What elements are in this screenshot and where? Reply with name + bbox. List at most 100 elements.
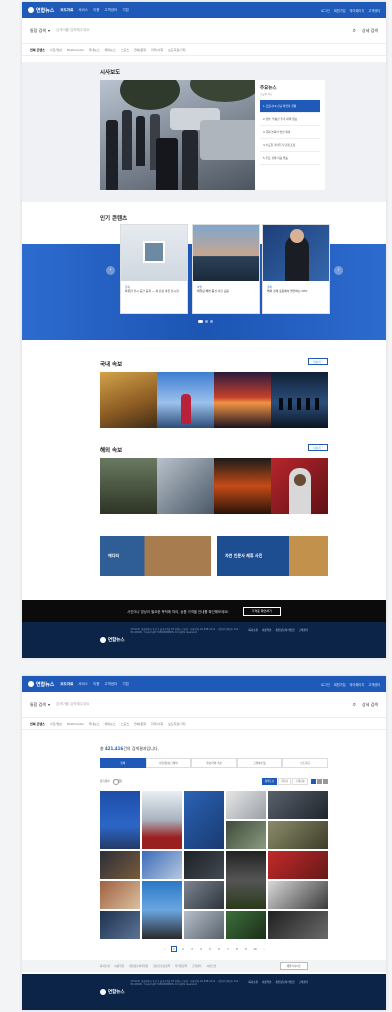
carousel-dots[interactable] xyxy=(198,320,213,323)
page-number[interactable]: 4 xyxy=(198,946,204,952)
page-number[interactable]: 5 xyxy=(207,946,213,952)
category-item[interactable]: 지역/사회 xyxy=(151,722,163,726)
grid-view-icon[interactable] xyxy=(311,778,316,784)
category-item[interactable]: Multimedia xyxy=(67,48,84,52)
category-item[interactable]: 해외뉴스 xyxy=(105,722,116,726)
page-number[interactable]: 9 xyxy=(243,946,249,952)
login-link[interactable]: 로그인 xyxy=(321,682,330,687)
photo-thumb[interactable] xyxy=(100,458,157,514)
mypage-link[interactable]: 마이페이지 xyxy=(350,682,365,687)
sort-option[interactable]: 최신순 xyxy=(278,777,292,785)
category-item[interactable]: 스포츠 xyxy=(121,722,129,726)
category-item[interactable]: 전체 콘텐츠 xyxy=(30,48,45,52)
list-view-icon[interactable] xyxy=(317,778,322,784)
page-number[interactable]: 7 xyxy=(225,946,231,952)
headline-item[interactable]: 1 코로나19 신규 확진자 현황 xyxy=(260,100,320,113)
category-item[interactable]: 사진/영상 xyxy=(50,722,62,726)
dedupe-toggle[interactable] xyxy=(112,779,122,785)
result-photo[interactable] xyxy=(226,821,266,849)
result-tab[interactable]: 그래픽/인포 xyxy=(236,758,283,768)
category-item[interactable]: 전체 콘텐츠 xyxy=(30,722,45,726)
support-link[interactable]: 고객센터 xyxy=(368,8,380,13)
result-photo[interactable] xyxy=(100,791,140,849)
result-photo[interactable] xyxy=(268,851,328,879)
result-photo[interactable] xyxy=(268,791,328,819)
result-tab[interactable]: 보도자료 xyxy=(282,758,328,768)
search-input[interactable]: 검색어를 입력해주세요 xyxy=(56,700,347,710)
signup-link[interactable]: 회원가입 xyxy=(334,682,346,687)
photo-thumb[interactable] xyxy=(214,458,271,514)
main-news-photo[interactable] xyxy=(100,80,255,190)
result-photo[interactable] xyxy=(142,851,182,879)
family-site-select[interactable]: 패밀리사이트 xyxy=(279,962,308,970)
result-photo[interactable] xyxy=(142,881,182,939)
price-check-button[interactable]: 가격표 확인하기 xyxy=(242,606,281,616)
banner[interactable]: 자연 인문사 제휴 사진 xyxy=(217,536,328,576)
page-number[interactable]: 2 xyxy=(180,946,186,952)
detail-search-button[interactable]: 상세 검색 xyxy=(362,28,378,34)
popular-card[interactable]: 여행 해질녘 해변 풍경 사진 모음 xyxy=(192,224,260,314)
nav-item[interactable]: 서비스 xyxy=(78,8,88,13)
nav-item[interactable]: 서비스 xyxy=(78,682,88,687)
headline-item[interactable]: 4 수도권 거리두기 단계 조정 xyxy=(260,139,320,152)
nav-item[interactable]: 고객센터 xyxy=(104,682,117,687)
category-item[interactable]: 국내뉴스 xyxy=(89,722,100,726)
carousel-prev-button[interactable]: ‹ xyxy=(106,266,115,275)
category-item[interactable]: 연예/문화 xyxy=(134,48,146,52)
search-input[interactable]: 검색어를 입력해주세요 xyxy=(56,26,347,36)
result-photo[interactable] xyxy=(100,911,140,939)
photo-thumb[interactable] xyxy=(157,458,214,514)
nav-item[interactable]: 기업 xyxy=(122,682,128,687)
sort-option[interactable]: 정확도순 xyxy=(261,777,278,785)
detail-search-button[interactable]: 상세 검색 xyxy=(362,702,378,708)
search-scope-select[interactable]: 통합 검색 ▾ xyxy=(30,702,50,708)
next-page-button[interactable]: › xyxy=(261,946,267,952)
result-photo[interactable] xyxy=(226,851,266,909)
nav-item[interactable]: 고객센터 xyxy=(104,8,117,13)
nav-item[interactable]: 이용 xyxy=(93,682,99,687)
more-button[interactable]: 더보기 › xyxy=(308,444,328,451)
headline-item[interactable]: 2 정부, 부동산 추가 대책 발표 xyxy=(260,113,320,126)
category-item[interactable]: 국내뉴스 xyxy=(89,48,100,52)
logo[interactable]: 연합뉴스 xyxy=(28,681,54,688)
nav-item[interactable]: 보도자료 xyxy=(60,8,73,13)
photo-thumb[interactable] xyxy=(271,372,328,428)
category-item[interactable]: 스포츠 xyxy=(121,48,129,52)
result-photo[interactable] xyxy=(226,911,266,939)
result-photo[interactable] xyxy=(184,791,224,849)
logo[interactable]: 연합뉴스 xyxy=(28,7,54,14)
page-number[interactable]: 8 xyxy=(234,946,240,952)
login-link[interactable]: 로그인 xyxy=(321,8,330,13)
photo-thumb[interactable] xyxy=(157,372,214,428)
search-scope-select[interactable]: 통합 검색 ▾ xyxy=(30,28,50,34)
carousel-next-button[interactable]: › xyxy=(334,266,343,275)
page-number[interactable]: 1 xyxy=(171,946,177,952)
result-tab[interactable]: 전체 xyxy=(100,758,146,768)
support-link[interactable]: 고객센터 xyxy=(368,682,380,687)
photo-thumb[interactable] xyxy=(271,458,328,514)
category-item[interactable]: 해외뉴스 xyxy=(105,48,116,52)
result-photo[interactable] xyxy=(226,791,266,819)
prev-page-button[interactable]: ‹ xyxy=(162,946,168,952)
nav-item[interactable]: 이용 xyxy=(93,8,99,13)
result-photo[interactable] xyxy=(268,881,328,909)
photo-thumb[interactable] xyxy=(100,372,157,428)
compact-view-icon[interactable] xyxy=(323,778,328,784)
signup-link[interactable]: 회원가입 xyxy=(334,8,346,13)
result-photo[interactable] xyxy=(100,881,140,909)
result-photo[interactable] xyxy=(268,911,328,939)
result-photo[interactable] xyxy=(184,851,224,879)
category-item[interactable]: 지역/사회 xyxy=(151,48,163,52)
category-item[interactable]: 보도자료/기타 xyxy=(168,48,186,52)
popular-card[interactable]: 문화 박물관 전시 공간 공개 ― 새 단장 마친 전시실 xyxy=(120,224,188,314)
result-tab[interactable]: 사진/영상/그래픽 xyxy=(145,758,192,768)
result-photo[interactable] xyxy=(184,881,224,909)
category-item[interactable]: 사진/영상 xyxy=(50,48,62,52)
nav-item[interactable]: 기업 xyxy=(122,8,128,13)
result-photo[interactable] xyxy=(142,791,182,849)
nav-item[interactable]: 보도자료 xyxy=(60,682,73,687)
sort-option[interactable]: 오래된순 xyxy=(292,777,308,785)
page-number[interactable]: 10 xyxy=(252,946,258,952)
result-photo[interactable] xyxy=(100,851,140,879)
result-tab[interactable]: 국내/국외 속보 xyxy=(191,758,237,768)
